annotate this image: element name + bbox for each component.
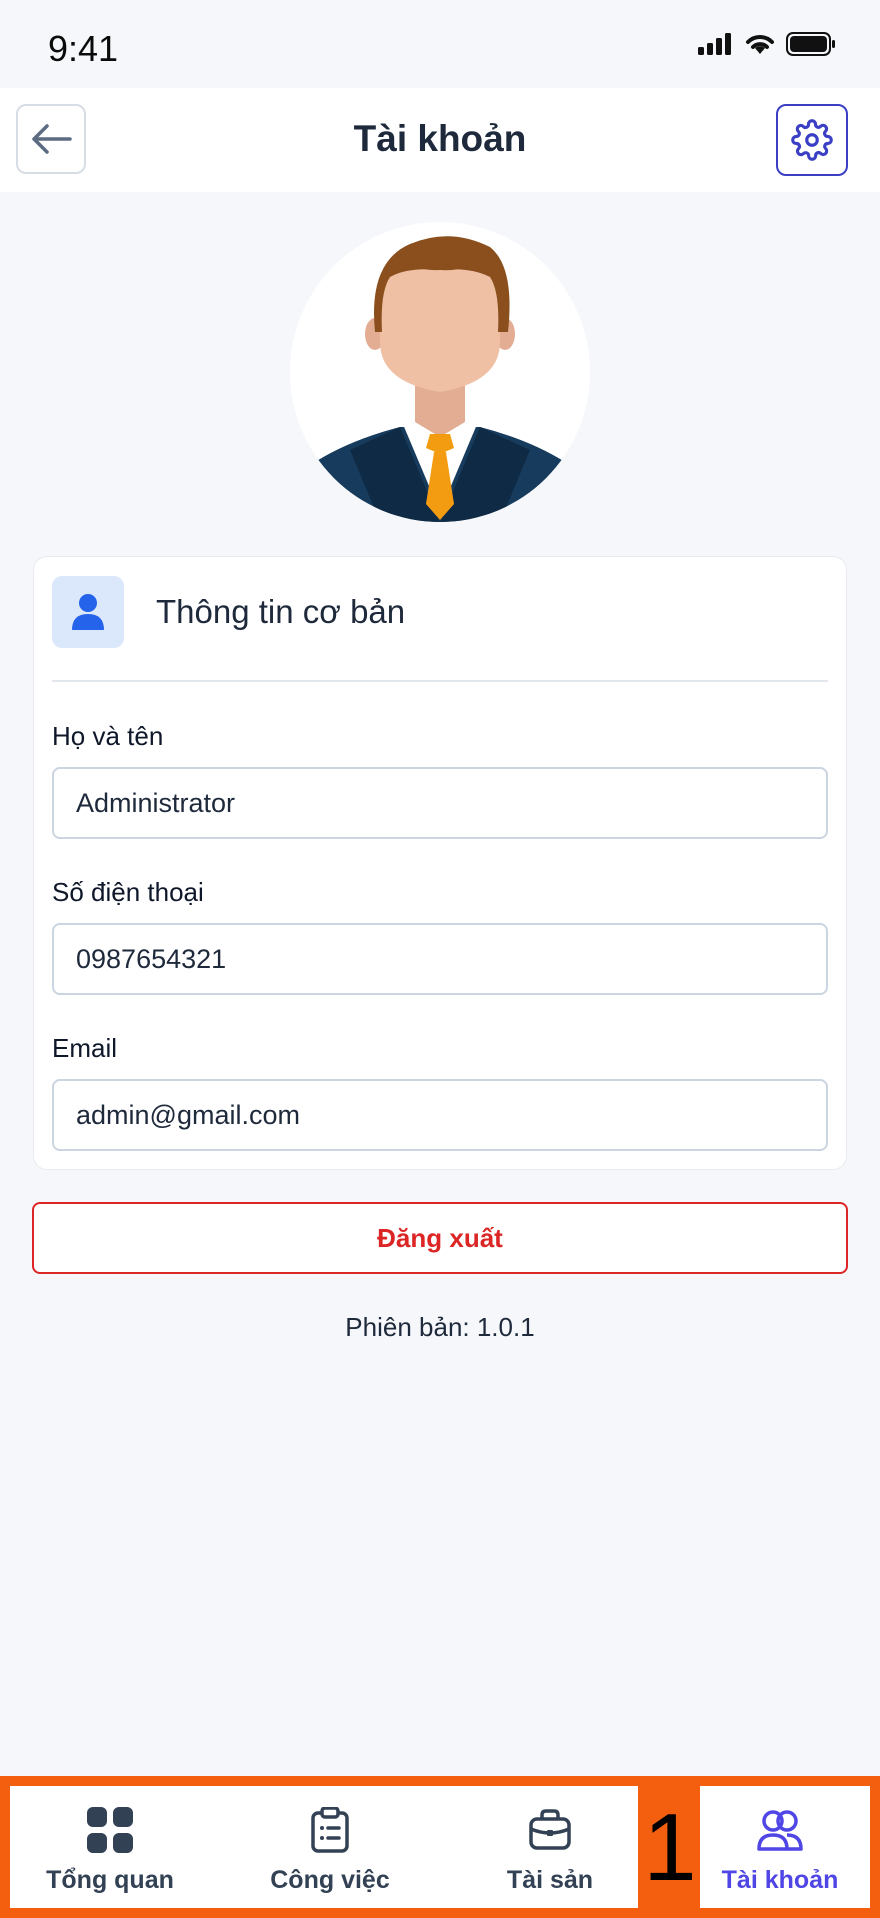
clipboard-list-icon bbox=[311, 1807, 349, 1853]
nav-item-tasks[interactable]: Công việc bbox=[230, 1786, 430, 1908]
divider bbox=[52, 680, 828, 682]
basic-info-card: Thông tin cơ bản Họ và tên Số điện thoại… bbox=[33, 556, 847, 1170]
annotation-badge-number: 1 bbox=[643, 1794, 697, 1901]
avatar[interactable] bbox=[290, 222, 590, 522]
header: Tài khoản bbox=[0, 88, 880, 192]
card-title: Thông tin cơ bản bbox=[156, 593, 406, 630]
bottom-nav: Tổng quan Công việc Tài sản Tài khoản bbox=[10, 1786, 870, 1908]
businessman-avatar-icon bbox=[315, 236, 565, 522]
users-icon bbox=[757, 1810, 803, 1851]
grid-icon bbox=[87, 1807, 133, 1853]
nav-label-assets: Tài sản bbox=[506, 1866, 594, 1894]
email-label: Email bbox=[52, 1033, 118, 1063]
status-time: 9:41 bbox=[48, 28, 119, 69]
full-name-label: Họ và tên bbox=[52, 721, 164, 751]
logout-button[interactable]: Đăng xuất bbox=[32, 1202, 848, 1274]
gear-icon bbox=[791, 119, 833, 161]
nav-label-tasks: Công việc bbox=[270, 1866, 390, 1894]
full-name-field[interactable] bbox=[52, 767, 828, 839]
nav-item-account[interactable]: Tài khoản bbox=[690, 1786, 870, 1908]
phone-field[interactable] bbox=[52, 923, 828, 995]
card-icon-container bbox=[52, 576, 124, 648]
battery-icon bbox=[786, 32, 835, 56]
email-field[interactable] bbox=[52, 1079, 828, 1151]
phone-label: Số điện thoại bbox=[52, 877, 204, 907]
nav-item-overview[interactable]: Tổng quan bbox=[10, 1786, 210, 1908]
page-title: Tài khoản bbox=[353, 118, 527, 159]
nav-item-assets[interactable]: Tài sản bbox=[450, 1786, 650, 1908]
wifi-icon bbox=[746, 35, 774, 54]
settings-button[interactable] bbox=[776, 104, 848, 176]
user-icon bbox=[72, 594, 104, 630]
version-text: Phiên bản: 1.0.1 bbox=[345, 1312, 535, 1342]
nav-label-overview: Tổng quan bbox=[46, 1866, 174, 1894]
briefcase-icon bbox=[529, 1809, 571, 1850]
status-icons bbox=[698, 32, 836, 56]
signal-icon bbox=[698, 33, 731, 55]
nav-label-account: Tài khoản bbox=[721, 1866, 839, 1894]
